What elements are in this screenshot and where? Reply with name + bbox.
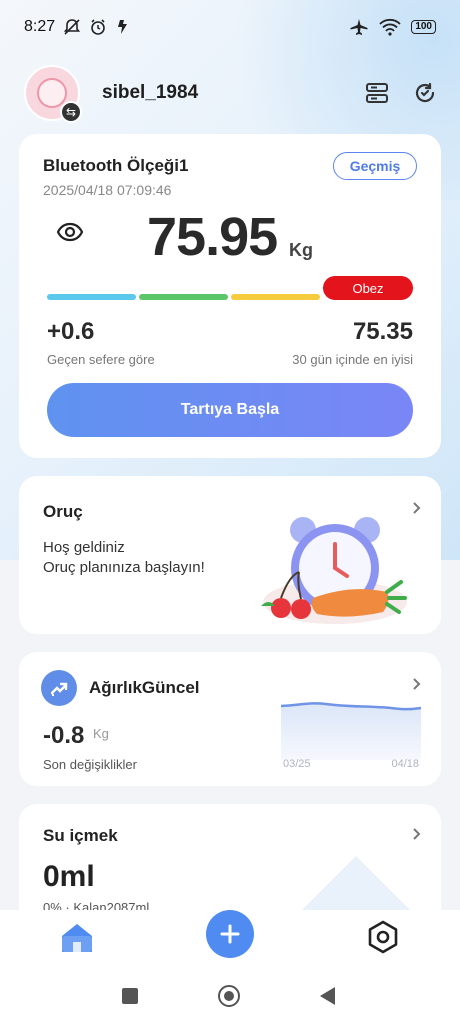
bmi-segment-normal — [139, 294, 228, 300]
home-system-button[interactable] — [218, 985, 240, 1007]
home-icon[interactable] — [60, 922, 94, 954]
weight-trend-chart — [281, 702, 421, 760]
username[interactable]: sibel_1984 — [102, 82, 198, 104]
eye-icon[interactable] — [57, 222, 83, 242]
add-icon — [220, 924, 240, 944]
health-icon — [118, 20, 128, 34]
recents-button[interactable] — [122, 988, 138, 1004]
status-time: 8:27 — [24, 18, 56, 35]
water-value: 0ml — [43, 860, 95, 893]
bottom-navigation — [0, 910, 460, 970]
change-label: Geçen sefere göre — [47, 352, 155, 367]
bmi-segment-overweight — [231, 294, 320, 300]
scale-card: Bluetooth Ölçeği1 2025/04/18 07:09:46 Ge… — [19, 134, 441, 458]
bmi-segment-underweight — [47, 294, 136, 300]
trend-up-icon — [41, 670, 77, 706]
back-button[interactable] — [320, 987, 335, 1005]
best-value: 75.35 — [352, 318, 413, 345]
history-button[interactable]: Geçmiş — [333, 152, 417, 180]
chart-end-date: 04/18 — [391, 758, 419, 770]
water-title: Su içmek — [43, 826, 118, 845]
muted-notification-icon — [64, 19, 81, 35]
fasting-description: Hoş geldiniz Oruç planınıza başlayın! — [43, 538, 205, 578]
weight-update-card[interactable]: AğırlıkGüncel -0.8 Kg Son değişiklikler … — [19, 652, 441, 786]
device-manage-icon[interactable] — [364, 80, 390, 106]
weight-unit: Kg — [289, 240, 313, 260]
avatar[interactable]: ⇆ — [24, 65, 82, 123]
chevron-right-icon — [413, 828, 421, 840]
bmi-status-badge: Obez — [323, 276, 413, 300]
settings-icon[interactable] — [366, 920, 400, 954]
clock-food-illustration — [261, 517, 407, 624]
battery-icon: 100 — [411, 20, 436, 34]
best-label: 30 gün içinde en iyisi — [292, 352, 413, 367]
status-bar: 8:27 100 — [0, 0, 460, 54]
add-button[interactable] — [206, 910, 254, 958]
system-navigation-bar — [0, 970, 460, 1024]
alarm-icon — [91, 19, 105, 35]
chevron-right-icon — [413, 678, 421, 690]
measurement-datetime: 2025/04/18 07:09:46 — [43, 182, 172, 198]
fasting-title: Oruç — [43, 502, 83, 521]
weight-change-value: -0.8 — [43, 722, 85, 749]
fasting-line-1: Hoş geldiniz — [43, 539, 125, 556]
weight-update-title: AğırlıkGüncel — [89, 678, 200, 697]
device-title: Bluetooth Ölçeği1 — [43, 156, 189, 175]
chart-start-date: 03/25 — [283, 758, 311, 770]
profile-header: ⇆ sibel_1984 — [24, 64, 438, 123]
fasting-card[interactable]: Oruç Hoş geldiniz Oruç planınıza başlayı… — [19, 476, 441, 634]
weight-change-label: Son değişiklikler — [43, 757, 137, 772]
weight-trend-area — [281, 703, 421, 760]
sync-icon[interactable] — [412, 80, 438, 106]
change-value: +0.6 — [47, 318, 95, 345]
weight-value: 75.95 — [147, 207, 278, 267]
switch-user-icon[interactable]: ⇆ — [60, 101, 82, 123]
start-weighing-button[interactable]: Tartıya Başla — [47, 383, 413, 437]
wifi-icon — [379, 18, 401, 36]
fasting-line-2: Oruç planınıza başlayın! — [43, 559, 205, 576]
chevron-right-icon — [413, 502, 421, 514]
airplane-icon — [350, 19, 368, 35]
weight-change-unit: Kg — [93, 726, 109, 741]
